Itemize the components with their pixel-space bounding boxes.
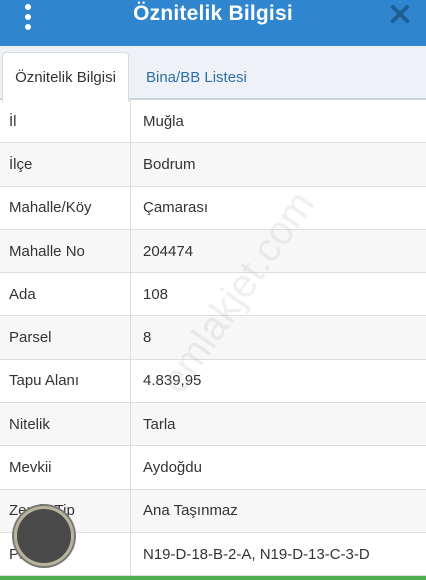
row-label: Nitelik [0, 403, 131, 446]
row-value: Bodrum [143, 155, 196, 173]
row-label: Mevkii [0, 446, 131, 489]
seal-logo [14, 506, 74, 566]
table-row: Tapu Alanı 4.839,95 [0, 359, 426, 404]
row-label: Mahalle No [0, 229, 131, 273]
attribute-table: İl Muğla İlçe Bodrum Mahalle/Köy Çamaras… [0, 100, 426, 577]
table-row: Nitelik Tarla [0, 403, 426, 447]
header-bar: Öznitelik Bilgisi [0, 0, 426, 46]
bottom-accent-bar [0, 576, 426, 580]
row-value: Tarla [143, 415, 176, 433]
table-row: Parsel 8 [0, 316, 426, 360]
row-value: 108 [143, 285, 169, 303]
table-row: İlçe Bodrum [0, 143, 426, 187]
table-row: Mahalle/Köy Çamarası [0, 186, 426, 230]
row-value: 8 [143, 329, 152, 347]
row-value: Ana Taşınmaz [143, 502, 238, 520]
tab-bar: Öznitelik Bilgisi Bina/BB Listesi [0, 46, 426, 102]
row-label: Tapu Alanı [0, 359, 131, 403]
row-value: N19-D-18-B-2-A, N19-D-13-C-3-D [143, 545, 370, 563]
close-icon[interactable] [390, 4, 410, 24]
row-label: İl [0, 100, 131, 143]
table-row: Mahalle No 204474 [0, 229, 426, 274]
page-title: Öznitelik Bilgisi [133, 2, 293, 25]
table-row: İl Muğla [0, 100, 426, 144]
row-value: 4.839,95 [143, 372, 202, 390]
row-value: Aydoğdu [143, 459, 202, 477]
table-row: Ada 108 [0, 273, 426, 317]
row-label: Ada [0, 273, 131, 316]
tab-bina-bb-listesi[interactable]: Bina/BB Listesi [132, 52, 261, 102]
row-value: Çamarası [143, 199, 209, 217]
row-value: 204474 [143, 242, 194, 260]
table-row: Mevkii Aydoğdu [0, 446, 426, 490]
row-value: Muğla [143, 112, 184, 130]
row-label: İlçe [0, 143, 131, 186]
row-label: Parsel [0, 316, 131, 359]
tab-oznitelik-bilgisi[interactable]: Öznitelik Bilgisi [2, 52, 129, 102]
row-label: Mahalle/Köy [0, 186, 131, 229]
